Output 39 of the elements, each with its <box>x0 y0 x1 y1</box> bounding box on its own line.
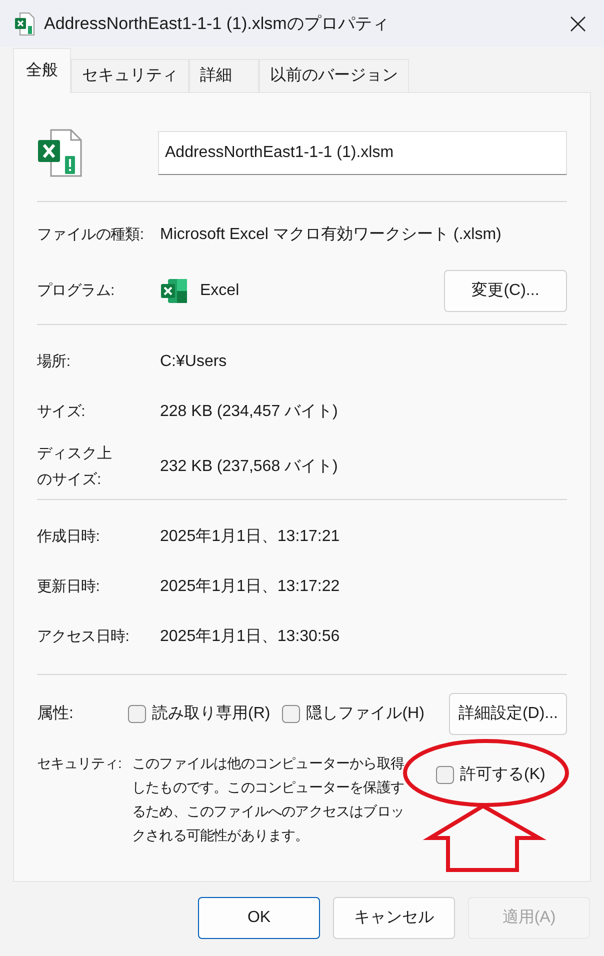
field-label: ディスク上のサイズ: <box>37 444 113 490</box>
tab[interactable]: 全般 <box>13 48 71 93</box>
checkbox-label[interactable]: 隠しファイル(H) <box>306 702 424 726</box>
field-value: 2025年1月1日、13:30:56 <box>160 627 340 647</box>
tab[interactable]: 以前のバージョン <box>259 59 409 92</box>
checkbox-label[interactable]: 許可する(K) <box>460 763 546 787</box>
excel-file-icon <box>37 128 83 178</box>
field-value: 228 KB (234,457 バイト) <box>160 402 338 422</box>
dialog-button[interactable]: OK <box>198 897 320 939</box>
checkbox[interactable] <box>282 705 300 723</box>
dialog-button[interactable]: キャンセル <box>333 897 455 939</box>
field-value: 2025年1月1日、13:17:22 <box>160 577 340 597</box>
file-name-field[interactable]: AddressNorthEast1-1-1 (1).xlsm <box>158 131 567 175</box>
field-label: 作成日時: <box>37 526 101 547</box>
field-label: アクセス日時: <box>37 626 130 647</box>
tab[interactable]: 詳細 <box>189 59 259 92</box>
field-value: Excel <box>200 281 240 301</box>
excel-icon <box>160 278 188 304</box>
field-label: 場所: <box>37 352 72 372</box>
field-label: サイズ: <box>37 402 86 422</box>
checkbox-label[interactable]: 読み取り専用(R) <box>152 702 270 726</box>
checkbox[interactable] <box>436 766 454 784</box>
advanced-button[interactable]: 詳細設定(D)... <box>449 693 567 735</box>
security-message: このファイルは他のコンピューターから取得したものです。このコンピューターを保護するため、このファイルへのアクセスはブロックされる可能性があります。 <box>132 754 406 845</box>
field-label: ファイルの種類: <box>37 224 145 245</box>
field-label: プログラム: <box>37 280 116 301</box>
field-value: Microsoft Excel マクロ有効ワークシート (.xlsm) <box>160 224 502 245</box>
tab[interactable]: セキュリティ <box>71 59 189 92</box>
field-value: 232 KB (237,568 バイト) <box>160 457 338 477</box>
close-icon <box>570 16 586 32</box>
change-button[interactable]: 変更(C)... <box>444 270 567 312</box>
window-title: AddressNorthEast1-1-1 (1).xlsmのプロパティ <box>44 12 389 35</box>
checkbox[interactable] <box>128 705 146 723</box>
field-value: C:¥Users <box>160 352 227 372</box>
field-label: セキュリティ: <box>37 754 122 773</box>
field-label: 属性: <box>37 704 74 724</box>
field-label: 更新日時: <box>37 576 101 597</box>
excel-file-icon <box>14 12 36 36</box>
field-value: 2025年1月1日、13:17:21 <box>160 527 340 547</box>
